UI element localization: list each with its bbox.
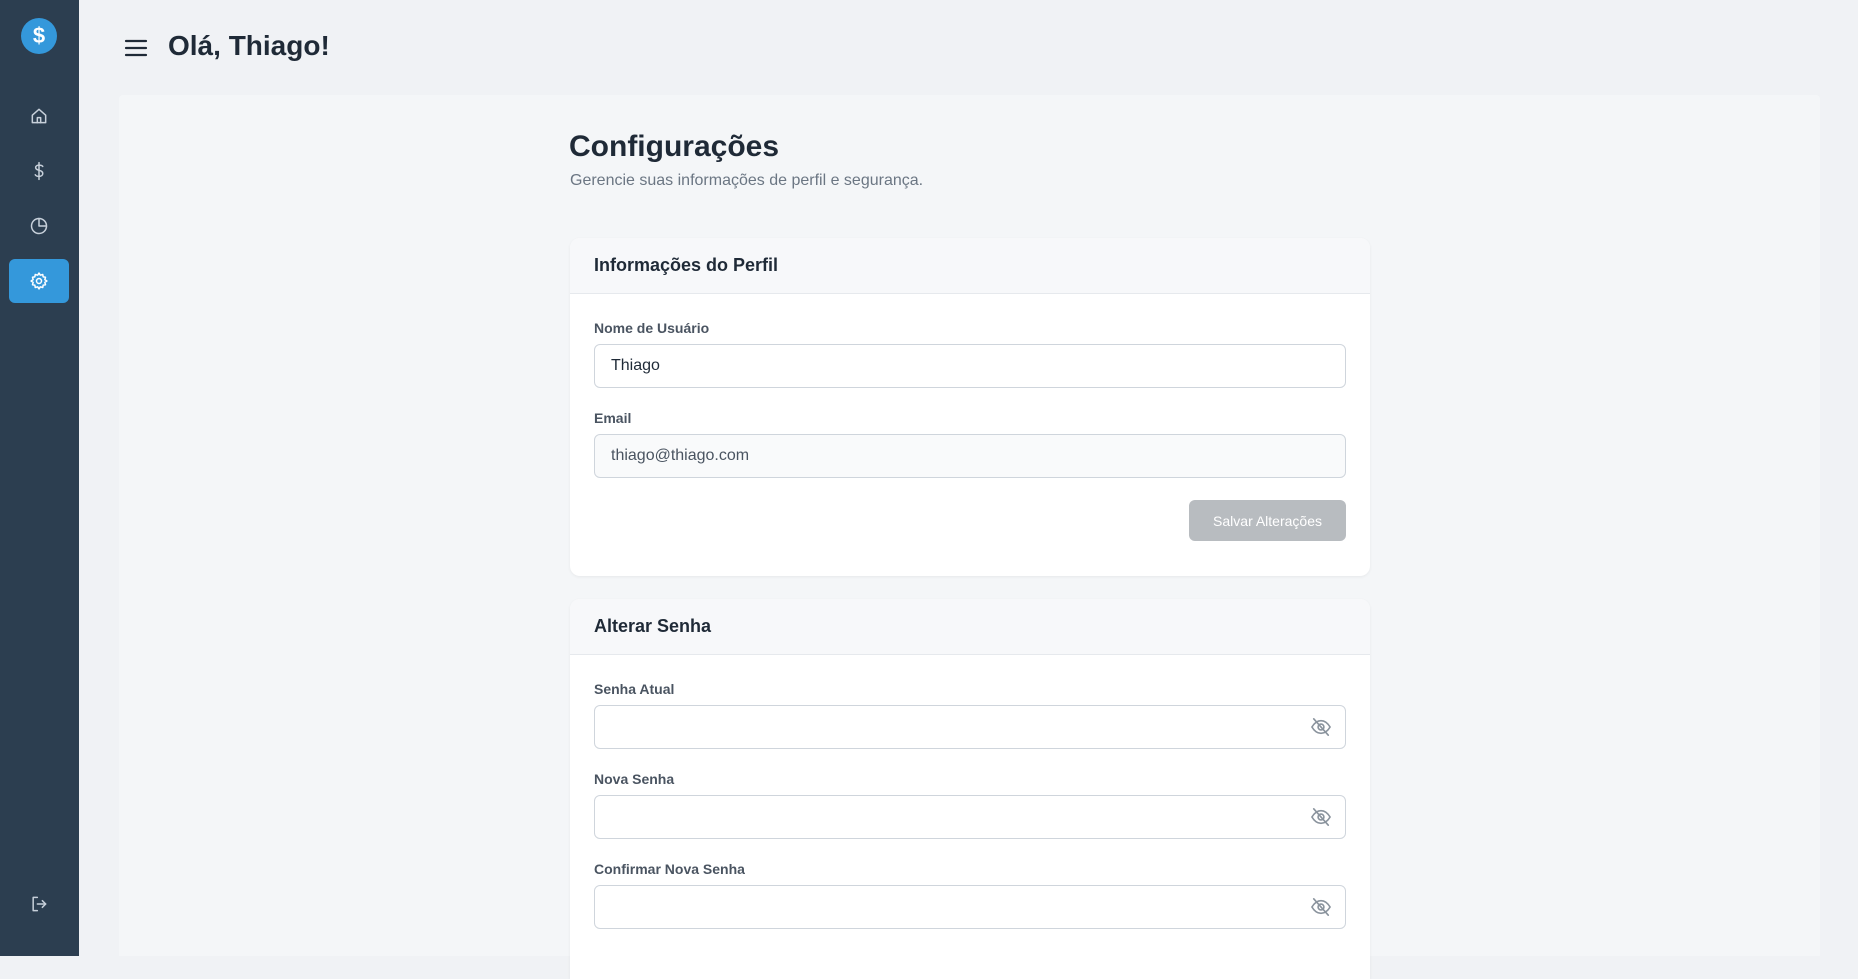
eye-off-icon[interactable] (1310, 807, 1332, 827)
email-input (594, 434, 1346, 478)
hamburger-menu-icon[interactable] (123, 36, 149, 60)
new-password-input[interactable] (594, 795, 1346, 839)
password-card: Alterar Senha Senha Atual Nova Senha Con… (570, 599, 1370, 979)
logo-symbol: $ (32, 23, 46, 48)
sidebar-item-transactions[interactable] (9, 149, 69, 193)
greeting-title: Olá, Thiago! (168, 30, 330, 61)
gear-icon (30, 272, 48, 290)
confirm-password-input[interactable] (594, 885, 1346, 929)
eye-off-icon[interactable] (1310, 717, 1332, 737)
sidebar: $ (0, 0, 79, 956)
sidebar-item-settings[interactable] (9, 259, 69, 303)
home-icon (31, 108, 47, 124)
logout-button[interactable] (9, 882, 69, 926)
sidebar-item-reports[interactable] (9, 204, 69, 248)
password-card-title: Alterar Senha (570, 599, 1370, 655)
username-label: Nome de Usuário (594, 320, 710, 336)
dollar-icon (34, 161, 44, 181)
new-password-label: Nova Senha (594, 771, 675, 787)
username-input[interactable] (594, 344, 1346, 388)
confirm-password-label: Confirmar Nova Senha (594, 861, 745, 877)
page-subtitle: Gerencie suas informações de perfil e se… (570, 172, 924, 189)
current-password-label: Senha Atual (594, 681, 675, 697)
page-title: Configurações (569, 130, 780, 163)
email-label: Email (594, 410, 632, 426)
profile-card-title: Informações do Perfil (570, 238, 1370, 294)
logo-dollar-icon[interactable]: $ (21, 18, 57, 54)
eye-off-icon[interactable] (1310, 897, 1332, 917)
pie-chart-icon (30, 217, 48, 235)
sidebar-item-home[interactable] (9, 94, 69, 138)
profile-card: Informações do Perfil Nome de Usuário Em… (570, 238, 1370, 576)
save-changes-button[interactable]: Salvar Alterações (1189, 500, 1346, 541)
current-password-input[interactable] (594, 705, 1346, 749)
logout-icon (32, 896, 47, 912)
